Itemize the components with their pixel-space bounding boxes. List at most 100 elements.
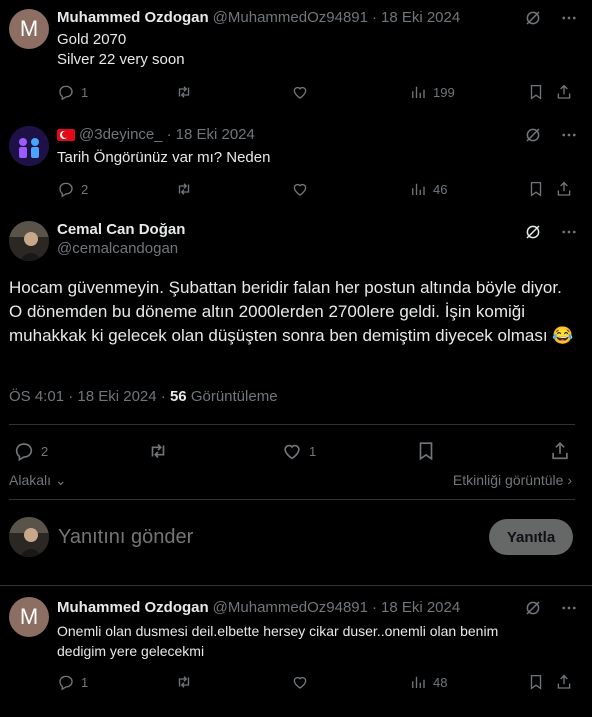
- views-icon: [409, 673, 427, 691]
- repost-icon: [175, 673, 193, 691]
- post-header: Muhammed Ozdogan @MuhammedOz94891 · 18 E…: [57, 599, 460, 616]
- post-text-line: dedigim yere gelecekmi: [57, 643, 205, 659]
- reply-button[interactable]: 1: [57, 83, 88, 101]
- bookmark-button[interactable]: [527, 180, 545, 198]
- author-block: Cemal Can Doğan @cemalcandogan: [57, 221, 185, 257]
- reply-input[interactable]: [58, 522, 478, 552]
- grok-icon[interactable]: [524, 599, 542, 617]
- chevron-down-icon: ⌄: [51, 472, 67, 488]
- post-meta: ÖS 4:01 · 18 Eki 2024 · 56 Görüntüleme: [9, 388, 278, 405]
- reply-button[interactable]: 2: [13, 440, 48, 462]
- composer-avatar[interactable]: [9, 517, 49, 557]
- share-button[interactable]: [555, 83, 573, 101]
- share-icon: [549, 440, 571, 462]
- post-text-line: Onemli olan dusmesi deil.elbette hersey …: [57, 623, 499, 639]
- separator-dot: ·: [68, 388, 78, 405]
- share-button[interactable]: [555, 673, 573, 691]
- author-name[interactable]: Muhammed Ozdogan: [57, 599, 209, 616]
- bookmark-icon: [527, 83, 545, 101]
- author-handle[interactable]: @MuhammedOz94891: [213, 599, 368, 616]
- post-date[interactable]: 18 Eki 2024: [77, 388, 156, 405]
- action-bar: 2 46: [57, 180, 577, 200]
- reply-button[interactable]: 2: [57, 180, 88, 198]
- reply-icon: [57, 83, 75, 101]
- reply-post-1[interactable]: M Muhammed Ozdogan @MuhammedOz94891 · 18…: [0, 0, 592, 115]
- share-icon: [555, 180, 573, 198]
- reply-post-3[interactable]: M Muhammed Ozdogan @MuhammedOz94891 · 18…: [0, 586, 592, 717]
- flag-icon: [57, 128, 75, 141]
- repost-icon: [175, 180, 193, 198]
- relevant-sort-dropdown[interactable]: Alakalı ⌄: [9, 472, 67, 489]
- bookmark-button[interactable]: [415, 440, 437, 462]
- avatar[interactable]: [9, 126, 49, 166]
- bookmark-icon: [527, 673, 545, 691]
- grok-icon[interactable]: [524, 223, 542, 241]
- reply-icon: [57, 180, 75, 198]
- repost-button[interactable]: [175, 83, 193, 101]
- avatar[interactable]: [9, 221, 49, 261]
- repost-button[interactable]: [175, 673, 193, 691]
- share-button[interactable]: [555, 180, 573, 198]
- author-name[interactable]: Cemal Can Doğan: [57, 221, 185, 238]
- heart-icon: [291, 83, 309, 101]
- more-icon[interactable]: [560, 126, 578, 144]
- more-icon[interactable]: [560, 599, 578, 617]
- views-button[interactable]: 199: [409, 83, 455, 101]
- views-icon: [409, 83, 427, 101]
- more-icon[interactable]: [560, 223, 578, 241]
- share-button[interactable]: [549, 440, 571, 462]
- reply-count: 1: [81, 674, 89, 690]
- bookmark-button[interactable]: [527, 673, 545, 691]
- post-text-line: Silver 22 very soon: [57, 51, 185, 68]
- share-icon: [555, 673, 573, 691]
- views-button[interactable]: 46: [409, 180, 447, 198]
- post-date[interactable]: 18 Eki 2024: [381, 9, 460, 26]
- author-name[interactable]: Muhammed Ozdogan: [57, 9, 209, 26]
- views-count: 199: [433, 84, 455, 100]
- reply-submit-button[interactable]: Yanıtla: [489, 519, 573, 555]
- author-handle[interactable]: @3deyince_: [79, 126, 163, 143]
- heart-icon: [281, 440, 303, 462]
- separator-dot: ·: [166, 126, 172, 143]
- repost-icon: [175, 83, 193, 101]
- action-bar: 1 48: [57, 673, 577, 693]
- author-handle[interactable]: @MuhammedOz94891: [213, 9, 368, 26]
- like-button[interactable]: [291, 83, 309, 101]
- bookmark-icon: [527, 180, 545, 198]
- post-header: @3deyince_ · 18 Eki 2024: [57, 126, 255, 143]
- views-count: 56: [169, 388, 187, 405]
- like-button[interactable]: [291, 673, 309, 691]
- avatar[interactable]: M: [9, 597, 49, 637]
- like-button[interactable]: 1: [281, 440, 316, 462]
- views-count: 46: [433, 181, 448, 197]
- grok-icon[interactable]: [524, 9, 542, 27]
- more-icon[interactable]: [560, 9, 578, 27]
- view-engagement-link[interactable]: Etkinliği görüntüle ›: [453, 472, 572, 488]
- like-button[interactable]: [291, 180, 309, 198]
- grok-icon[interactable]: [524, 126, 542, 144]
- bookmark-button[interactable]: [527, 83, 545, 101]
- post-time[interactable]: ÖS 4:01: [9, 388, 64, 405]
- post-date[interactable]: 18 Eki 2024: [176, 126, 255, 143]
- post-header: Muhammed Ozdogan @MuhammedOz94891 · 18 E…: [57, 9, 460, 26]
- author-handle[interactable]: @cemalcandogan: [57, 240, 185, 257]
- separator-dot: ·: [160, 388, 170, 405]
- avatar[interactable]: M: [9, 9, 49, 49]
- reply-post-2[interactable]: @3deyince_ · 18 Eki 2024 Tarih Öngörünüz…: [0, 115, 592, 210]
- views-button[interactable]: 48: [409, 673, 447, 691]
- reply-icon: [57, 673, 75, 691]
- avatar-image: [9, 221, 49, 261]
- post-text-line: Gold 2070: [57, 31, 127, 48]
- main-action-bar: 2 1: [9, 440, 575, 460]
- chevron-right-icon: ›: [563, 472, 572, 488]
- post-text: Onemli olan dusmesi deil.elbette hersey …: [57, 621, 498, 661]
- repost-button[interactable]: [147, 440, 169, 462]
- repost-button[interactable]: [175, 180, 193, 198]
- engagement-label: Etkinliği görüntüle: [452, 472, 564, 488]
- avatar-image: [9, 517, 49, 557]
- post-date[interactable]: 18 Eki 2024: [381, 599, 460, 616]
- repost-icon: [147, 440, 169, 462]
- avatar-image: [9, 126, 49, 166]
- reply-button[interactable]: 1: [57, 673, 88, 691]
- post-text: Gold 2070 Silver 22 very soon: [57, 30, 185, 70]
